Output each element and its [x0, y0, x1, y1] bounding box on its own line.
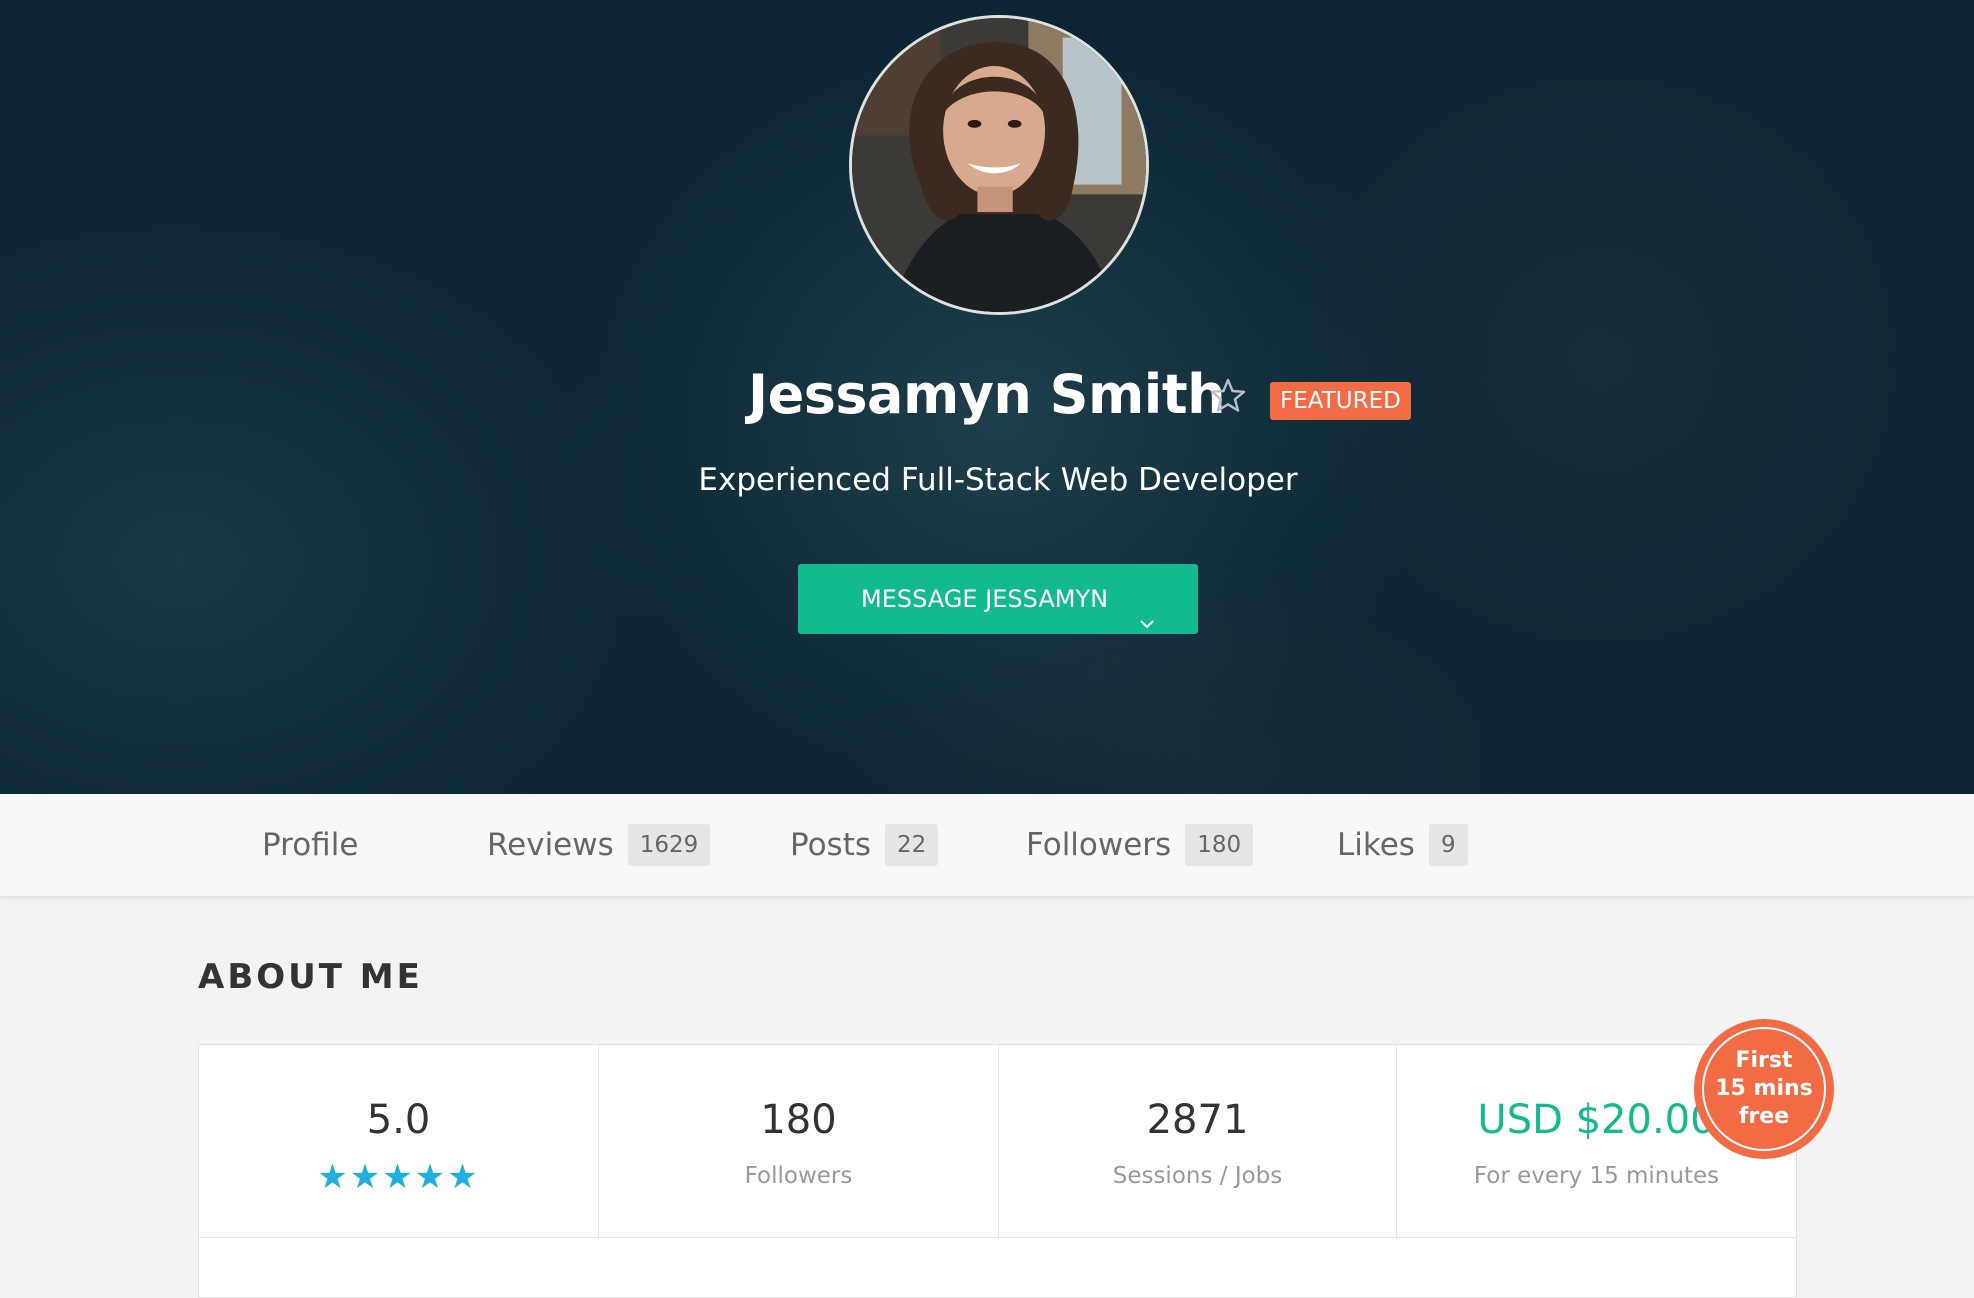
tab-count-badge: 180: [1185, 823, 1254, 866]
tab-profile[interactable]: Profile: [262, 794, 358, 897]
profile-tabs: Profile Reviews 1629 Posts 22 Followers 180…: [0, 794, 1974, 897]
profile-headline: Experienced Full-Stack Web Developer: [698, 462, 1298, 498]
promo-line: free: [1738, 1104, 1790, 1129]
rating-stars-icon: ★★★★★: [317, 1158, 480, 1196]
star-outline-icon[interactable]: [1208, 376, 1248, 416]
message-button[interactable]: MESSAGE JESSAMYN: [798, 564, 1198, 634]
tab-count-badge: 1629: [627, 823, 711, 866]
avatar-photo: [852, 18, 1146, 312]
rating-value: 5.0: [366, 1097, 431, 1143]
message-button-label: MESSAGE JESSAMYN: [861, 585, 1109, 613]
avatar: [849, 15, 1149, 315]
rate-label: For every 15 minutes: [1473, 1163, 1720, 1189]
tab-followers[interactable]: Followers 180: [1026, 794, 1254, 897]
sessions-label: Sessions / Jobs: [1112, 1163, 1283, 1189]
stat-rating: 5.0 ★★★★★: [199, 1045, 599, 1237]
followers-value: 180: [760, 1097, 837, 1143]
chevron-down-icon: [1138, 590, 1156, 629]
tab-posts[interactable]: Posts 22: [790, 794, 939, 897]
stat-followers: 180 Followers: [599, 1045, 999, 1237]
tab-label: Posts: [790, 827, 872, 863]
tab-label: Likes: [1337, 827, 1415, 863]
name-row: Jessamyn Smith FEATURED: [0, 360, 1974, 430]
tab-label: Reviews: [487, 827, 614, 863]
tab-label: Profile: [262, 827, 359, 863]
stats-card: 5.0 ★★★★★ 180 Followers 2871 Sessions / …: [198, 1044, 1797, 1238]
promo-line: 15 mins: [1715, 1076, 1813, 1101]
sessions-value: 2871: [1146, 1097, 1249, 1143]
about-me-heading: ABOUT ME: [198, 957, 423, 997]
tab-reviews[interactable]: Reviews 1629: [487, 794, 711, 897]
about-content-card: [198, 1238, 1797, 1298]
free-minutes-promo-badge: First 15 mins free: [1694, 1019, 1834, 1159]
featured-badge: FEATURED: [1270, 382, 1411, 420]
tab-count-badge: 22: [885, 823, 939, 866]
stat-sessions: 2871 Sessions / Jobs: [999, 1045, 1397, 1237]
followers-label: Followers: [744, 1163, 853, 1189]
tab-likes[interactable]: Likes 9: [1337, 794, 1468, 897]
tab-label: Followers: [1026, 827, 1172, 863]
tab-count-badge: 9: [1428, 823, 1468, 866]
profile-name: Jessamyn Smith: [748, 363, 1226, 426]
promo-line: First: [1735, 1048, 1793, 1073]
profile-hero: Jessamyn Smith FEATURED Experienced Full…: [0, 0, 1974, 794]
